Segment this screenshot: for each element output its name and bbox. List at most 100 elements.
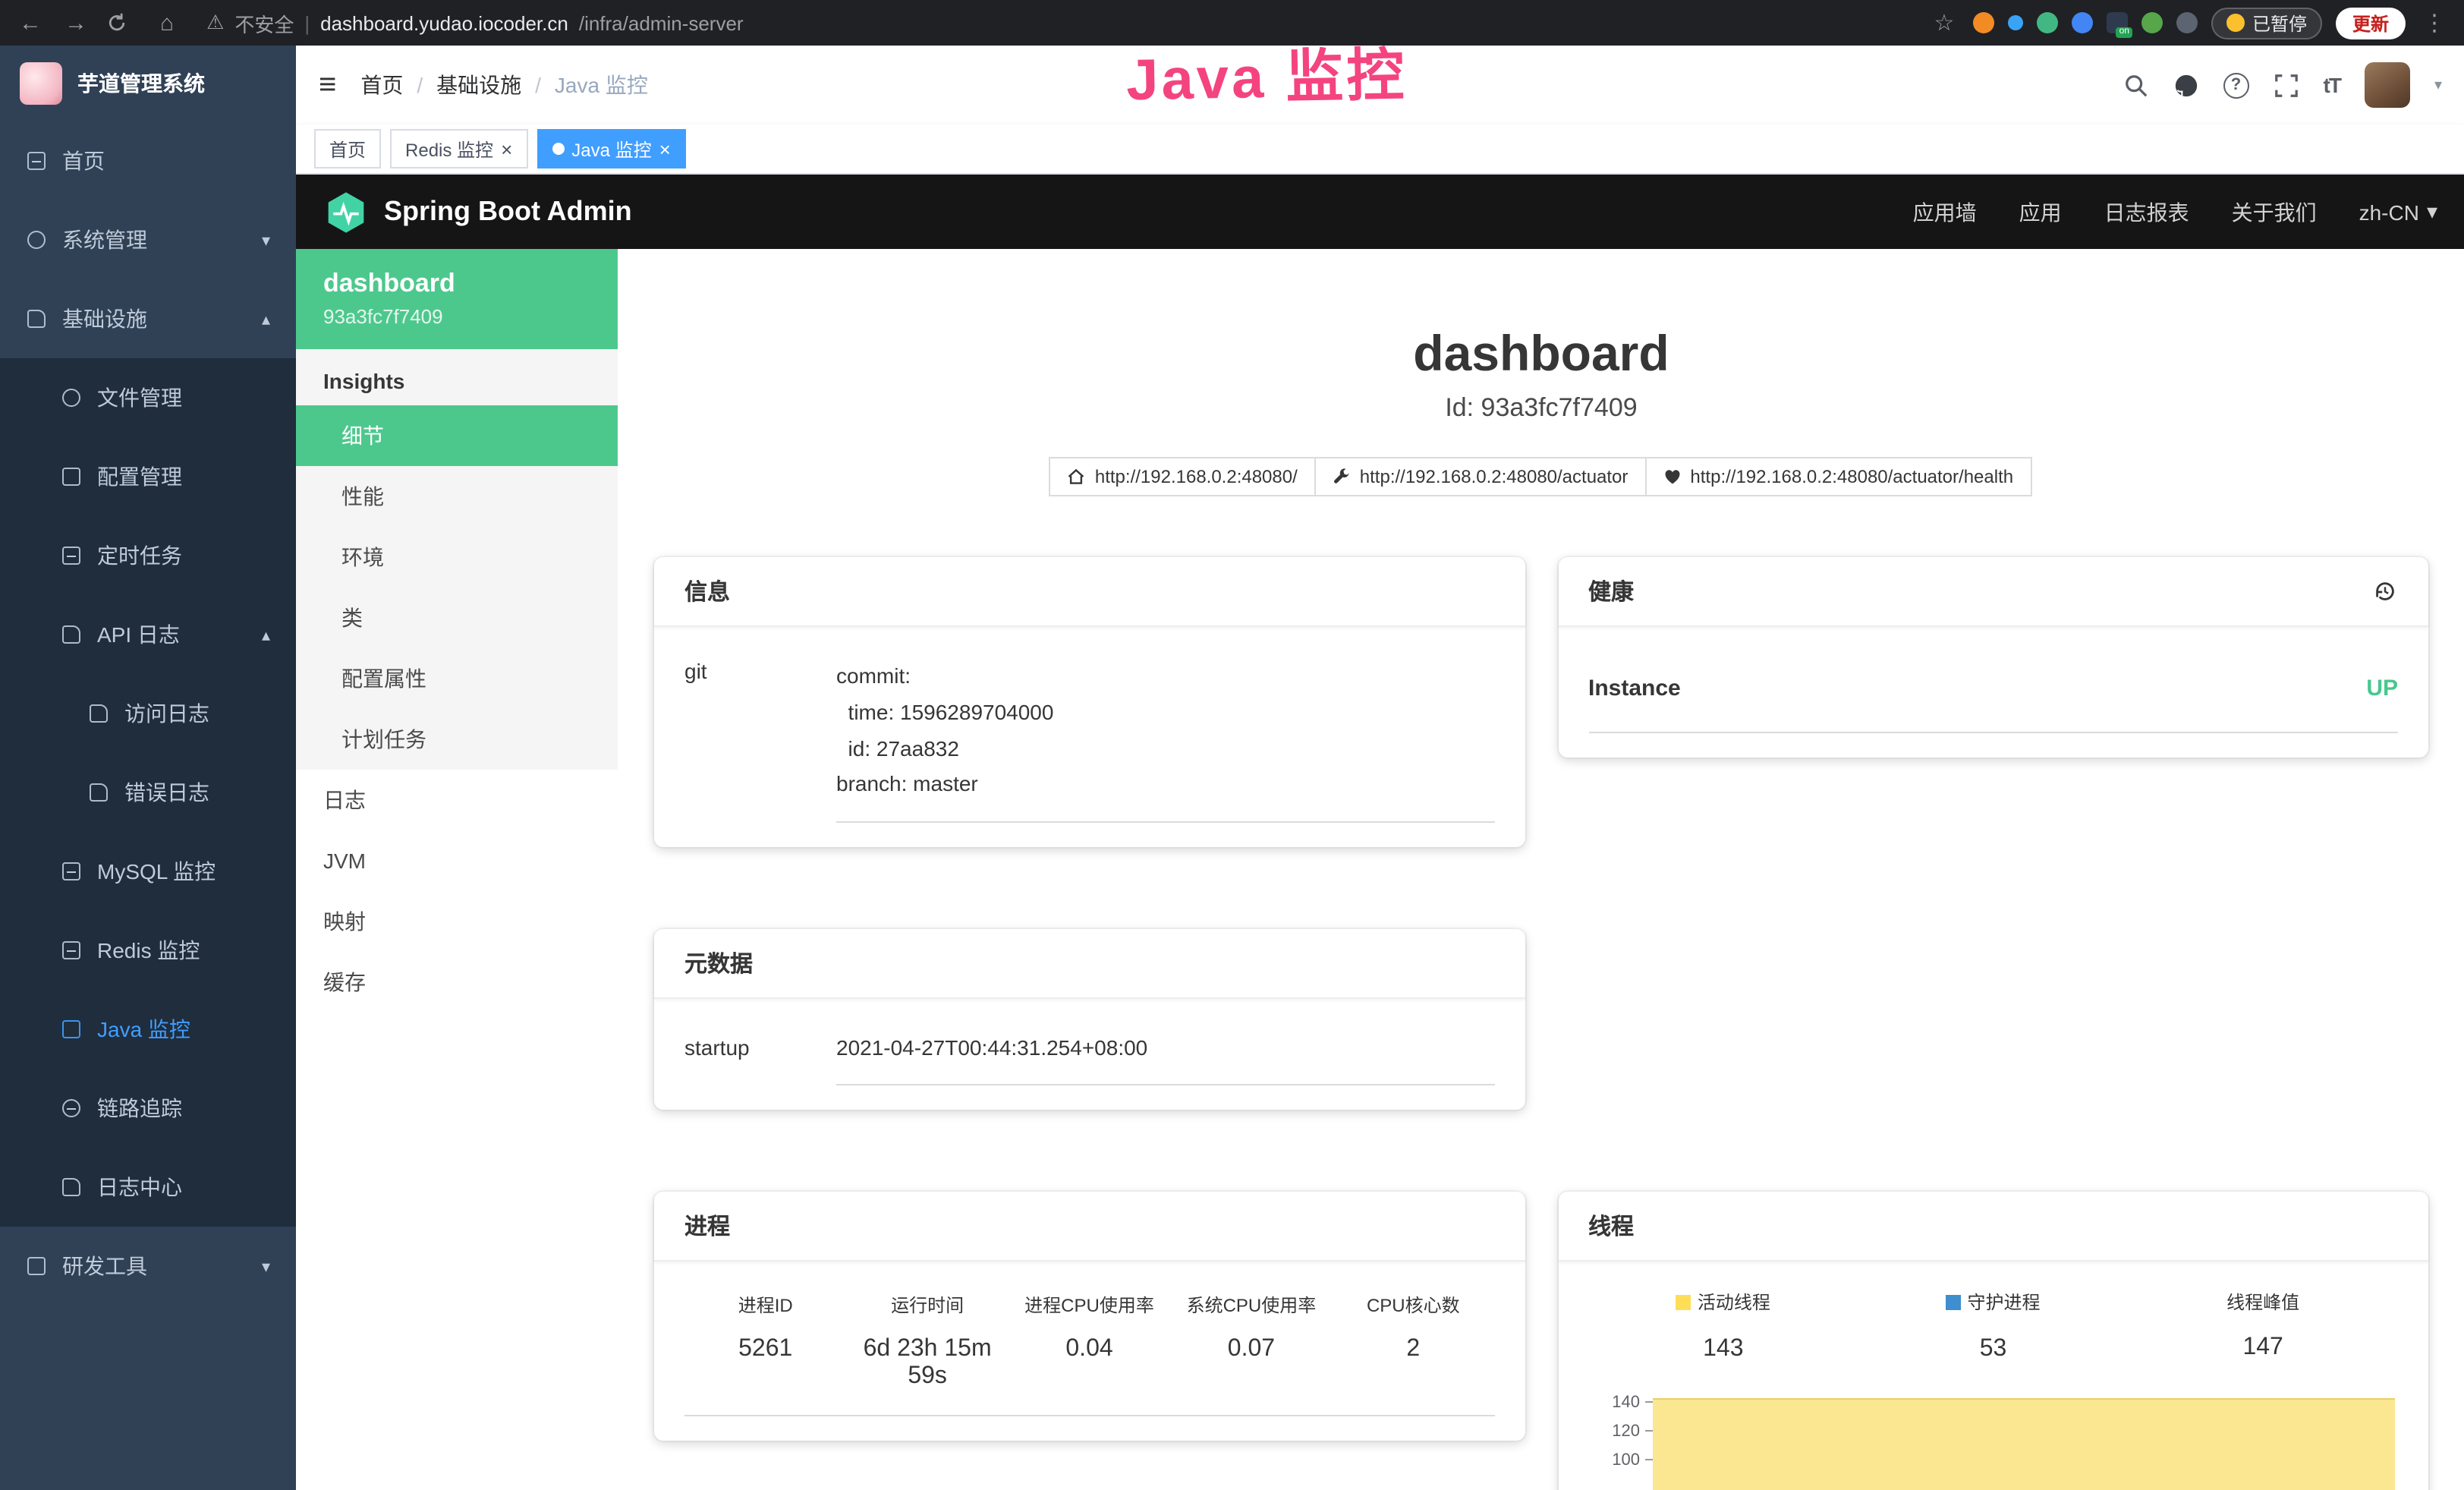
metadata-value: 2021-04-27T00:44:31.254+08:00 [836, 1020, 1494, 1085]
update-button[interactable]: 更新 [2336, 7, 2406, 39]
tab-redis-monitor[interactable]: Redis 监控 × [390, 129, 527, 169]
tab-label: Java 监控 [571, 136, 651, 162]
refresh-icon[interactable] [106, 12, 137, 33]
edit-icon [61, 466, 82, 487]
sidebar-item-access-log[interactable]: 访问日志 [0, 674, 296, 753]
extension-pin-icon[interactable] [2008, 15, 2023, 30]
metadata-card: 元数据 startup 2021-04-27T00:44:31.254+08:0… [654, 929, 1525, 1110]
sba-nav-about[interactable]: 关于我们 [2232, 197, 2317, 227]
actuator-url-link[interactable]: http://192.168.0.2:48080/actuator [1314, 457, 1647, 496]
app-logo[interactable]: 芋道管理系统 [0, 46, 296, 121]
sidebar-item-api-log[interactable]: API 日志 ▴ [0, 595, 296, 674]
url-path[interactable]: /infra/admin-server [579, 11, 744, 34]
extension-paw-icon[interactable] [2176, 12, 2198, 33]
sidebar-item-infra[interactable]: 基础设施 ▴ [0, 279, 296, 358]
sidebar-item-java-monitor[interactable]: Java 监控 [0, 990, 296, 1069]
cloud-icon [61, 387, 82, 408]
sba-nav-applications[interactable]: 应用 [2019, 197, 2062, 227]
on-badge: on [2116, 27, 2132, 38]
sba-brand[interactable]: Spring Boot Admin [323, 189, 632, 235]
security-label[interactable]: 不安全 [234, 8, 294, 37]
extension-leaf-icon[interactable] [2141, 12, 2163, 33]
process-metrics-row: 进程ID 5261 运行时间 6d 23h 15m 59s 进程CPU使用率 0… [684, 1283, 1494, 1416]
sba-item-scheduled-tasks[interactable]: 计划任务 [296, 709, 618, 770]
locale-select[interactable]: zh-CN ▾ [2359, 199, 2437, 225]
help-icon[interactable]: ? [2223, 72, 2249, 98]
warning-icon: ⚠ [206, 11, 224, 35]
tab-java-monitor[interactable]: Java 监控 × [537, 129, 686, 169]
sidebar-item-system[interactable]: 系统管理 ▾ [0, 200, 296, 279]
sba-item-classes[interactable]: 类 [296, 587, 618, 648]
extension-vue-icon[interactable] [2037, 12, 2058, 33]
extension-switch-icon[interactable]: on [2107, 12, 2128, 33]
sba-item-mappings[interactable]: 映射 [296, 891, 618, 952]
sba-item-jvm[interactable]: JVM [296, 830, 618, 891]
sidebar-item-file-management[interactable]: 文件管理 [0, 358, 296, 437]
screen: ← → ⌂ ⚠ 不安全 | dashboard.yudao.iocoder.cn… [0, 0, 2464, 1490]
sidebar-item-error-log[interactable]: 错误日志 [0, 753, 296, 832]
user-avatar[interactable] [2365, 62, 2410, 108]
metric-label: 运行时间 [846, 1292, 1008, 1318]
y-tick: 100 [1612, 1451, 1652, 1469]
card-header: 信息 [654, 557, 1525, 627]
tab-home[interactable]: 首页 [314, 129, 381, 169]
hamburger-icon[interactable]: ≡ [319, 68, 336, 102]
forward-icon[interactable]: → [61, 10, 91, 36]
eye-icon [61, 1098, 82, 1119]
service-url-link[interactable]: http://192.168.0.2:48080/ [1049, 457, 1316, 496]
health-url-link[interactable]: http://192.168.0.2:48080/actuator/health [1644, 457, 2031, 496]
sba-item-caches[interactable]: 缓存 [296, 952, 618, 1013]
paused-badge[interactable]: 已暂停 [2211, 7, 2322, 39]
font-size-icon[interactable]: tT [2324, 73, 2340, 97]
page-subtitle: Id: 93a3fc7f7409 [654, 393, 2428, 424]
sidebar-item-mysql-monitor[interactable]: MySQL 监控 [0, 832, 296, 911]
smiley-icon [2226, 14, 2245, 32]
home-icon [1068, 468, 1086, 486]
metric-label: 系统CPU使用率 [1170, 1292, 1332, 1318]
sba-nav-journal[interactable]: 日志报表 [2104, 197, 2189, 227]
sidebar-item-home[interactable]: 首页 [0, 121, 296, 200]
search-icon[interactable] [2123, 72, 2149, 98]
browser-menu-icon[interactable]: ⋮ [2419, 9, 2450, 36]
sidebar-item-redis-monitor[interactable]: Redis 监控 [0, 911, 296, 990]
back-icon[interactable]: ← [15, 10, 46, 36]
close-icon[interactable]: × [659, 139, 671, 159]
process-metric: CPU核心数 2 [1333, 1292, 1494, 1391]
url-host[interactable]: dashboard.yudao.iocoder.cn [320, 11, 568, 34]
metric-value: 2 [1333, 1336, 1494, 1363]
sba-item-metrics[interactable]: 性能 [296, 466, 618, 527]
instance-header[interactable]: dashboard 93a3fc7f7409 [296, 249, 618, 349]
bookmark-star-icon[interactable]: ☆ [1929, 9, 1959, 36]
extension-grid-icon[interactable] [2072, 12, 2093, 33]
sba-nav-wallboard[interactable]: 应用墙 [1913, 197, 1977, 227]
fullscreen-icon[interactable] [2274, 72, 2299, 98]
info-card: 信息 git commit: time: 1596289704000 id: 2… [654, 557, 1525, 847]
sidebar-item-tracing[interactable]: 链路追踪 [0, 1069, 296, 1148]
breadcrumb-home[interactable]: 首页 [360, 70, 403, 100]
address-bar[interactable]: ⚠ 不安全 | dashboard.yudao.iocoder.cn/infra… [197, 8, 1914, 37]
sidebar-item-scheduled-jobs[interactable]: 定时任务 [0, 516, 296, 595]
history-icon[interactable] [2372, 578, 2398, 604]
sba-item-label: 计划任务 [341, 724, 426, 754]
sidebar-item-dev-tools[interactable]: 研发工具 ▾ [0, 1227, 296, 1306]
sba-item-logging[interactable]: 日志 [296, 770, 618, 830]
sba-item-details[interactable]: 细节 [296, 405, 618, 466]
process-metric: 进程CPU使用率 0.04 [1009, 1292, 1170, 1391]
sidebar-item-config-management[interactable]: 配置管理 [0, 437, 296, 516]
info-line: id: 27aa832 [836, 731, 1494, 767]
sidebar-item-label: 链路追踪 [97, 1093, 182, 1123]
extension-fox-icon[interactable] [1973, 12, 1994, 33]
sba-item-environment[interactable]: 环境 [296, 527, 618, 587]
sidebar-item-log-center[interactable]: 日志中心 [0, 1148, 296, 1227]
breadcrumb: 首页 / 基础设施 / Java 监控 [360, 70, 648, 100]
threads-card: 线程 活动线程 143 守护进程 53 [1558, 1192, 2428, 1490]
avatar-caret-icon[interactable]: ▾ [2434, 77, 2442, 93]
sba-item-config-props[interactable]: 配置属性 [296, 648, 618, 709]
browser-home-icon[interactable]: ⌂ [152, 10, 182, 36]
sba-item-label: 日志 [323, 785, 366, 815]
close-icon[interactable]: × [501, 139, 512, 159]
info-value: commit: time: 1596289704000 id: 27aa832 … [836, 648, 1494, 823]
infra-submenu: 文件管理 配置管理 定时任务 API 日志 ▴ 访问日志 错误日志 [0, 358, 296, 1227]
github-icon[interactable] [2173, 72, 2199, 98]
breadcrumb-infra[interactable]: 基础设施 [436, 70, 521, 100]
